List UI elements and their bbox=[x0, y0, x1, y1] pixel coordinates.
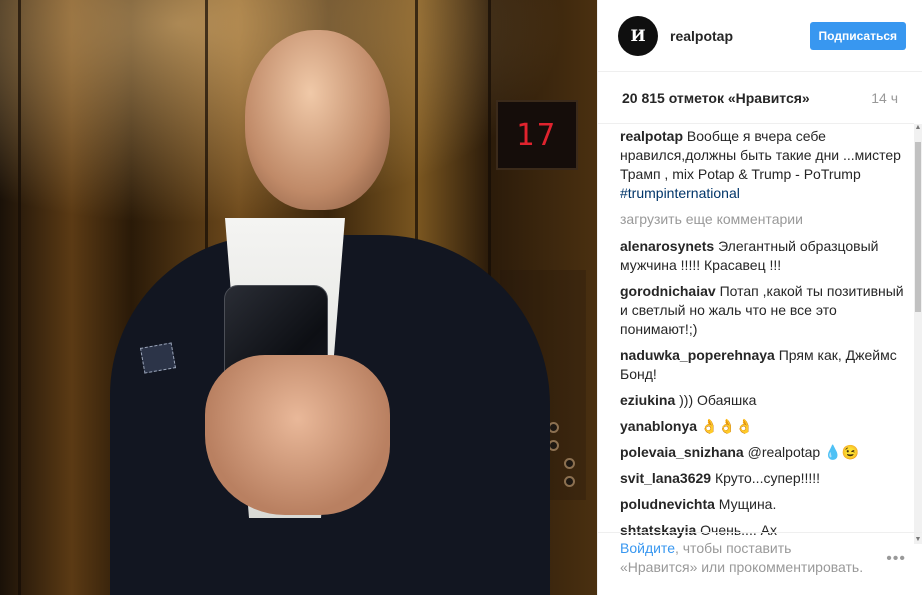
caption: realpotap Вообще я вчера себе нравился,д… bbox=[620, 127, 908, 203]
comment-user[interactable]: eziukina bbox=[620, 392, 675, 408]
comment: yanablonya 👌👌👌 bbox=[620, 417, 908, 436]
pocket-square bbox=[139, 342, 177, 374]
avatar[interactable]: И bbox=[618, 15, 658, 56]
post-time[interactable]: 14 ч bbox=[871, 90, 898, 106]
post-sidebar: И realpotap Подписаться 20 815 отметок «… bbox=[597, 0, 922, 595]
comment-user[interactable]: polevaia_snizhana bbox=[620, 444, 744, 460]
comment: polevaia_snizhana @realpotap 💧😉 bbox=[620, 443, 908, 462]
comment: poludnevichta Мущина. bbox=[620, 495, 908, 514]
login-prompt: Войдите, чтобы поставить «Нравится» или … bbox=[598, 532, 922, 595]
ellipsis-icon[interactable]: ••• bbox=[886, 549, 906, 568]
load-more-comments-link[interactable]: загрузить еще комментарии bbox=[620, 210, 908, 229]
comment-user[interactable]: alenarosynets bbox=[620, 238, 714, 254]
follow-button[interactable]: Подписаться bbox=[809, 21, 906, 50]
comment: eziukina ))) Обаяшка bbox=[620, 391, 908, 410]
post-header: И realpotap Подписаться bbox=[598, 0, 922, 72]
post-stats: 20 815 отметок «Нравится» 14 ч bbox=[598, 72, 914, 124]
login-link[interactable]: Войдите bbox=[620, 540, 675, 556]
comment-user[interactable]: svit_lana3629 bbox=[620, 470, 711, 486]
comment-list: realpotap Вообще я вчера себе нравился,д… bbox=[620, 127, 908, 547]
username-link[interactable]: realpotap bbox=[670, 28, 810, 44]
comment-text: @realpotap 💧😉 bbox=[747, 444, 859, 460]
hashtag-link[interactable]: #trumpinternational bbox=[620, 185, 740, 201]
comment-user[interactable]: naduwka_poperehnaya bbox=[620, 347, 775, 363]
comment-text: 👌👌👌 bbox=[700, 418, 754, 434]
comments-scrollbar[interactable]: ▲ ▼ bbox=[914, 124, 922, 544]
person-head bbox=[245, 30, 390, 210]
comment-text: Круто...супер!!!!! bbox=[714, 470, 821, 486]
floor-display: 17 bbox=[496, 100, 578, 170]
comment-user[interactable]: yanablonya bbox=[620, 418, 697, 434]
avatar-logo: И bbox=[630, 26, 646, 45]
elevator-wall-seam bbox=[18, 0, 21, 595]
scroll-up-arrow-icon[interactable]: ▲ bbox=[914, 124, 922, 132]
post-photo[interactable]: 17 bbox=[0, 0, 597, 595]
comment-user[interactable]: gorodnichaiav bbox=[620, 283, 716, 299]
scrollbar-thumb[interactable] bbox=[915, 142, 921, 312]
hand bbox=[205, 355, 390, 515]
comment: alenarosynets Элегантный образцовый мужч… bbox=[620, 237, 908, 275]
comment-text: Мущина. bbox=[718, 496, 777, 512]
comment: gorodnichaiav Потап ,какой ты позитивный… bbox=[620, 282, 908, 339]
likes-count[interactable]: 20 815 отметок «Нравится» bbox=[622, 90, 810, 106]
comment-text: ))) Обаяшка bbox=[679, 392, 757, 408]
comment: svit_lana3629 Круто...супер!!!!! bbox=[620, 469, 908, 488]
caption-user[interactable]: realpotap bbox=[620, 128, 683, 144]
comment-user[interactable]: poludnevichta bbox=[620, 496, 715, 512]
comment: naduwka_poperehnaya Прям как, Джеймс Бон… bbox=[620, 346, 908, 384]
